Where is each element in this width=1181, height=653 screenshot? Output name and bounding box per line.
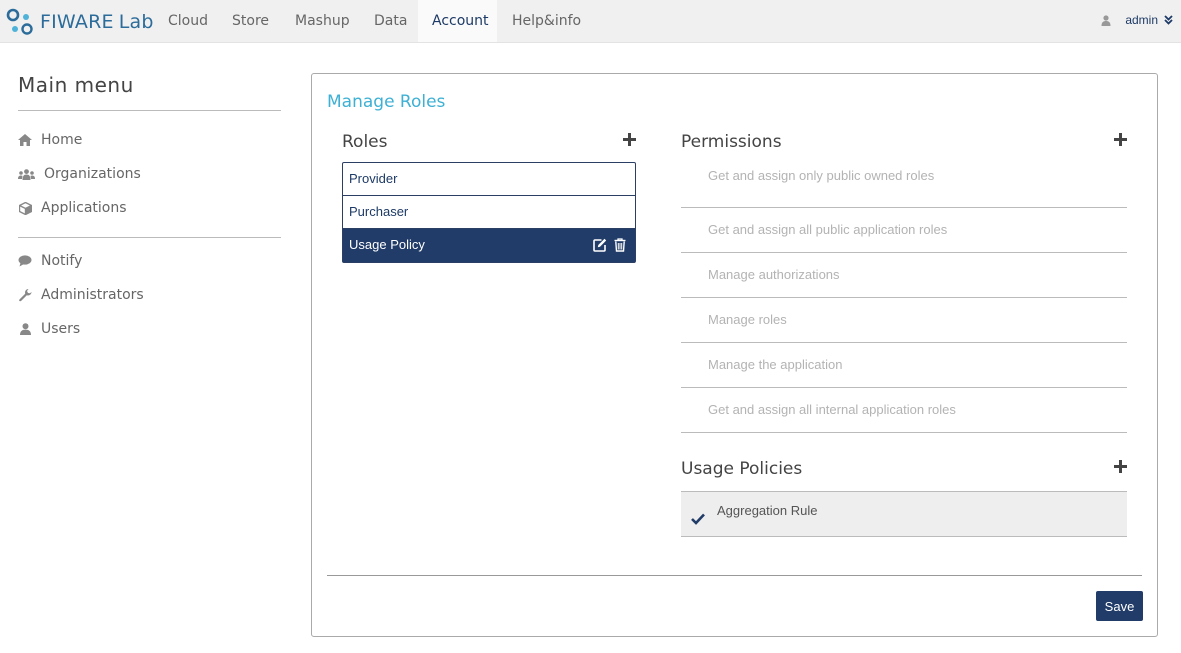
permission-item[interactable]: Manage roles [681,298,1127,343]
permission-item[interactable]: Get and assign all public application ro… [681,208,1127,253]
sidebar-item-home[interactable]: Home [18,123,281,157]
edit-icon[interactable] [593,238,607,252]
sidebar-group-main: Home Organizations Applications [18,111,281,238]
main-menu-sidebar: Main menu Home Organizations Application… [18,72,281,358]
sidebar-title: Main menu [18,72,281,111]
sidebar-item-label: Applications [41,200,127,216]
roles-list: Provider Purchaser Usage Policy [342,162,636,263]
sidebar-item-label: Organizations [44,166,141,182]
save-button[interactable]: Save [1096,591,1143,621]
nav-store[interactable]: Store [218,0,283,42]
usage-policies-section: Usage Policies Aggregation Rule [681,459,1127,537]
nav-account[interactable]: Account [418,0,497,42]
permission-item[interactable]: Manage the application [681,343,1127,388]
check-icon [691,502,705,525]
permissions-section: Permissions Get and assign only public o… [681,132,1127,433]
role-label: Usage Policy [349,237,425,252]
brand-suffix: Lab [118,11,154,33]
permission-item[interactable]: Manage authorizations [681,253,1127,298]
sidebar-item-label: Users [41,321,81,337]
add-usage-policy-button[interactable] [1113,459,1127,473]
wrench-icon [18,288,32,302]
brand-name: FIWARE [40,11,114,33]
home-icon [18,133,32,147]
role-item-purchaser[interactable]: Purchaser [343,196,635,229]
sidebar-item-notify[interactable]: Notify [18,244,281,278]
user-menu[interactable]: admin [1101,0,1173,40]
add-permission-button[interactable] [1113,132,1127,146]
fiware-lab-logo[interactable]: FIWARE Lab [6,7,154,37]
sidebar-group-admin: Notify Administrators Users [18,238,281,358]
permission-item[interactable]: Get and assign all internal application … [681,388,1127,433]
fiware-logo-icon [6,8,33,35]
usage-policy-item[interactable]: Aggregation Rule [681,492,1127,537]
nav-mashup[interactable]: Mashup [281,0,364,42]
sidebar-item-label: Administrators [41,287,144,303]
permission-item[interactable]: Get and assign only public owned roles [681,156,1127,208]
top-navbar: FIWARE Lab Cloud Store Mashup Data Accoun… [0,0,1181,43]
manage-roles-panel: Manage Roles Roles Provider Purchaser Us… [311,73,1158,637]
role-label: Purchaser [349,204,409,219]
permissions-header: Permissions [681,132,782,152]
cube-icon [18,201,32,215]
comment-icon [18,254,32,268]
user-icon [18,322,32,336]
user-icon [1101,14,1111,26]
usage-policies-header: Usage Policies [681,459,803,479]
usage-policies-list: Aggregation Rule [681,491,1127,537]
double-chevron-down-icon [1164,15,1173,25]
role-item-usage-policy[interactable]: Usage Policy [343,229,635,262]
roles-header: Roles [342,132,388,152]
sidebar-item-label: Home [41,132,83,148]
permissions-list: Get and assign only public owned roles G… [681,156,1127,433]
users-icon [18,167,35,181]
username: admin [1125,13,1158,27]
nav-data[interactable]: Data [360,0,421,42]
usage-policy-label: Aggregation Rule [717,503,818,518]
page-title: Manage Roles [327,92,446,112]
sidebar-item-administrators[interactable]: Administrators [18,278,281,312]
nav-cloud[interactable]: Cloud [154,0,222,42]
sidebar-item-organizations[interactable]: Organizations [18,157,281,191]
sidebar-item-label: Notify [41,253,83,269]
role-label: Provider [349,171,398,186]
trash-icon[interactable] [614,238,628,252]
role-item-provider[interactable]: Provider [343,163,635,196]
add-role-button[interactable] [622,132,636,146]
roles-section: Roles Provider Purchaser Usage Policy [342,132,636,263]
sidebar-item-users[interactable]: Users [18,312,281,346]
nav-help-info[interactable]: Help&info [498,0,595,42]
footer-divider [327,575,1142,576]
sidebar-item-applications[interactable]: Applications [18,191,281,225]
